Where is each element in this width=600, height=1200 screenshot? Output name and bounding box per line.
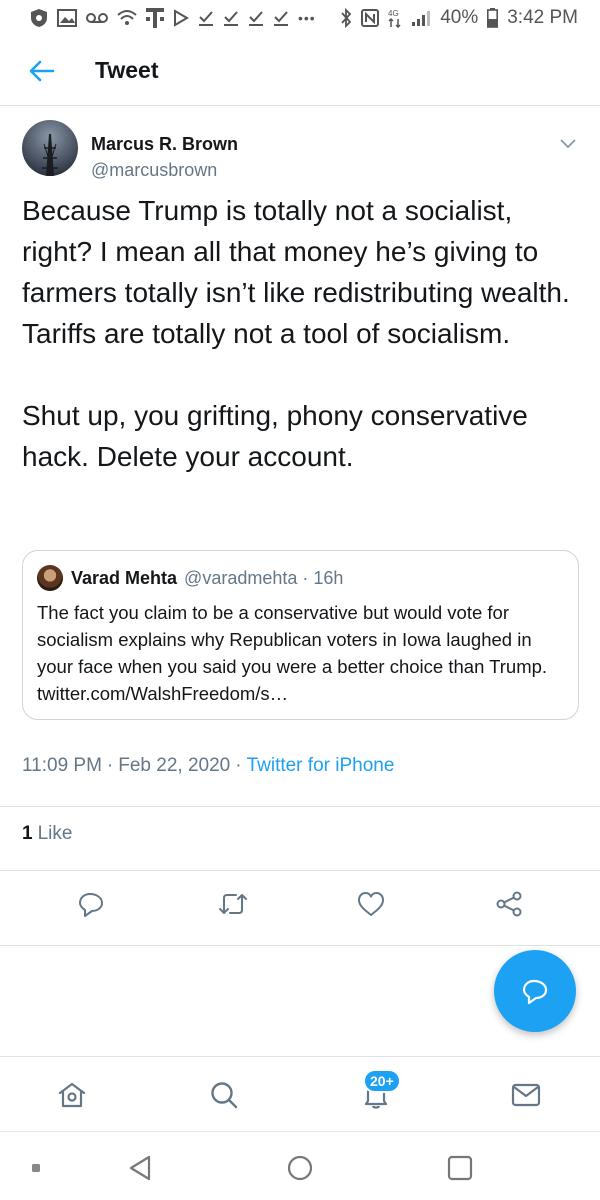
nav-messages-button[interactable]: [496, 1065, 556, 1125]
system-nav-bar: [0, 1131, 600, 1200]
recents-square-icon: [447, 1155, 473, 1181]
tweet-author: Marcus R. Brown @marcusbrown: [22, 120, 582, 180]
page-title: Tweet: [95, 57, 159, 83]
retweet-icon: [219, 894, 247, 914]
like-button[interactable]: [344, 877, 398, 931]
bottom-nav: 20+: [0, 1056, 600, 1130]
likes-label: Like: [37, 823, 73, 844]
status-left: •••: [30, 7, 316, 29]
network-4g-icon: 4G: [388, 9, 401, 28]
battery-icon: [487, 8, 499, 28]
play-icon: [174, 9, 189, 27]
check-download-icon: [249, 11, 263, 26]
divider: [0, 806, 600, 807]
back-button[interactable]: [17, 46, 67, 96]
nfc-icon: [361, 9, 380, 27]
system-recents-button[interactable]: [438, 1146, 482, 1190]
chevron-down-icon: [560, 139, 576, 149]
tweet-actions: [0, 877, 600, 931]
avatar-image: [22, 120, 78, 176]
image-icon: [57, 9, 77, 27]
status-bar: ••• 4G 40% 3:42 PM: [0, 0, 600, 36]
retweet-button[interactable]: [206, 877, 260, 931]
tweet-paragraph: Shut up, you grifting, phony conservativ…: [22, 400, 528, 472]
search-icon: [211, 1082, 238, 1109]
carrier-icon: [146, 8, 164, 28]
quoted-avatar: [37, 565, 63, 591]
battery-percent: 40%: [440, 7, 479, 28]
avatar[interactable]: [22, 120, 78, 176]
tweet-menu-button[interactable]: [554, 130, 582, 158]
like-icon: [358, 892, 384, 916]
home-icon: [58, 1082, 86, 1108]
nav-home-button[interactable]: [42, 1065, 102, 1125]
tweet-meta: 11:09 PM · Feb 22, 2020 · Twitter for iPhone: [22, 755, 394, 777]
shield-icon: [31, 9, 47, 27]
divider: [0, 945, 600, 946]
system-home-button[interactable]: [278, 1146, 322, 1190]
status-right: 4G 40% 3:42 PM: [340, 7, 578, 29]
quoted-separator: ·: [302, 567, 309, 588]
messages-icon: [511, 1083, 541, 1107]
tweet-source-link[interactable]: Twitter for iPhone: [247, 755, 395, 776]
notifications-badge: 20+: [363, 1069, 401, 1093]
dot-icon: [32, 1164, 40, 1172]
wifi-icon: [117, 10, 137, 25]
bluetooth-icon: [341, 8, 352, 28]
compose-reply-button[interactable]: [494, 950, 576, 1032]
more-notifications-dots: •••: [298, 10, 316, 26]
author-name[interactable]: Marcus R. Brown: [91, 134, 238, 155]
home-circle-icon: [287, 1155, 313, 1181]
voicemail-icon: [86, 13, 108, 23]
back-triangle-icon: [129, 1155, 151, 1181]
quoted-author-handle: @varadmehta: [184, 567, 298, 588]
quoted-tweet-text: The fact you claim to be a conservative …: [37, 602, 548, 704]
tweet-text: Because Trump is totally not a socialist…: [22, 190, 582, 477]
quoted-tweet-header: Varad Mehta @varadmehta · 16h: [37, 565, 343, 591]
quoted-tweet[interactable]: Varad Mehta @varadmehta · 16h The fact y…: [22, 550, 579, 720]
reply-compose-icon: [522, 979, 548, 1005]
check-download-icon: [224, 11, 238, 26]
recent-dot-button[interactable]: [14, 1146, 58, 1190]
clock: 3:42 PM: [507, 7, 578, 28]
share-icon: [496, 891, 522, 917]
system-back-button[interactable]: [118, 1146, 162, 1190]
arrow-left-icon: [29, 60, 55, 81]
likes-link[interactable]: 1 Like: [22, 823, 72, 845]
reply-button[interactable]: [64, 877, 118, 931]
app-header: Tweet: [0, 36, 600, 106]
reply-icon: [79, 893, 103, 917]
meta-separator: ·: [235, 755, 242, 776]
check-download-icon: [274, 11, 288, 26]
check-download-icon: [199, 11, 213, 26]
nav-search-button[interactable]: [194, 1065, 254, 1125]
tweet-time: 11:09 PM: [22, 755, 102, 776]
tweet-paragraph: Because Trump is totally not a socialist…: [22, 195, 570, 349]
tweet-date: Feb 22, 2020: [118, 755, 231, 776]
quoted-author-name: Varad Mehta: [71, 567, 178, 588]
meta-separator: ·: [106, 755, 114, 776]
signal-icon: [412, 11, 431, 26]
likes-count: 1: [22, 823, 33, 844]
quoted-time: 16h: [313, 567, 344, 588]
divider: [0, 870, 600, 871]
svg-text:4G: 4G: [388, 9, 399, 18]
share-button[interactable]: [482, 877, 536, 931]
author-handle[interactable]: @marcusbrown: [91, 160, 217, 181]
